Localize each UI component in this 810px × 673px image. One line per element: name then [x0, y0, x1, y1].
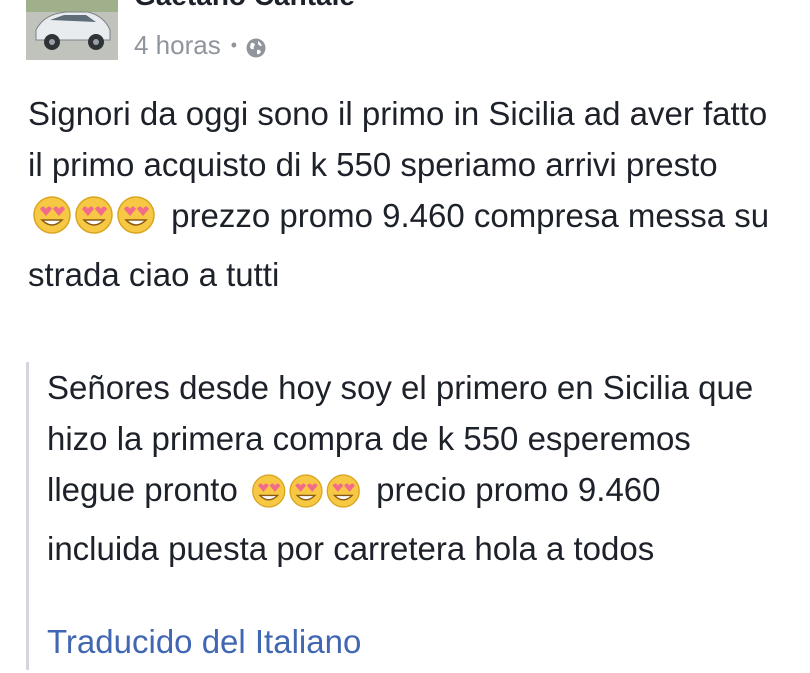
heart-eyes-emoji-group [251, 472, 361, 523]
translated-from-link[interactable]: Traducido del Italiano [47, 616, 361, 667]
post-text-part1: Signori da oggi sono il primo in Sicilia… [28, 95, 768, 183]
heart-eyes-emoji-icon [33, 196, 155, 234]
heart-eyes-emoji-group [32, 195, 156, 249]
post-header: Gaetano Cantale 4 horas • [26, 0, 786, 62]
post-body: Signori da oggi sono il primo in Sicilia… [28, 88, 788, 300]
avatar-car-image [26, 0, 118, 60]
meta-separator: • [230, 35, 238, 55]
translation-block: Señores desde hoy soy el primero en Sici… [26, 362, 769, 670]
globe-icon[interactable] [245, 35, 267, 57]
translation-body: Señores desde hoy soy el primero en Sici… [47, 362, 767, 574]
post-timestamp[interactable]: 4 horas [134, 30, 221, 61]
author-name[interactable]: Gaetano Cantale [134, 0, 355, 12]
avatar[interactable] [26, 0, 118, 60]
heart-eyes-emoji-icon [252, 474, 360, 508]
post-meta: 4 horas • [134, 30, 267, 61]
